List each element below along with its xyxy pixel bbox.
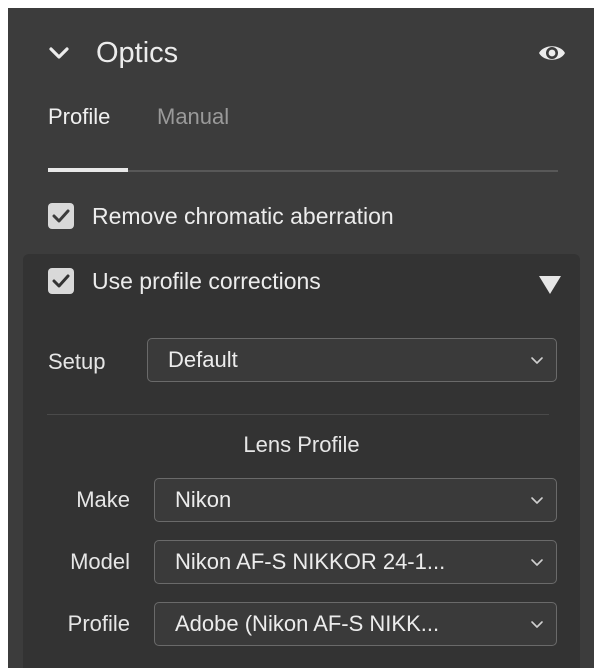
profile-corrections-section: Use profile corrections Setup Default Le… <box>23 254 580 668</box>
remove-chromatic-aberration-label: Remove chromatic aberration <box>92 202 394 229</box>
make-select[interactable]: Nikon <box>154 478 557 522</box>
optics-panel: Optics Profile Manual Remove chromatic a… <box>8 8 594 668</box>
profile-value: Adobe (Nikon AF-S NIKK... <box>175 611 440 636</box>
use-profile-corrections-option[interactable]: Use profile corrections <box>48 266 321 296</box>
make-value: Nikon <box>175 487 232 512</box>
chevron-down-icon <box>531 621 543 628</box>
optics-header[interactable]: Optics <box>8 8 594 98</box>
chevron-down-icon <box>531 559 543 566</box>
remove-chromatic-aberration-checkbox[interactable] <box>48 203 74 229</box>
tab-bar: Profile Manual <box>48 103 564 173</box>
setup-select[interactable]: Default <box>147 338 557 382</box>
make-label: Make <box>76 487 130 512</box>
setup-value: Default <box>168 347 238 372</box>
model-select[interactable]: Nikon AF-S NIKKOR 24-1... <box>154 540 557 584</box>
profile-label: Profile <box>67 611 130 636</box>
eye-icon[interactable] <box>537 42 567 64</box>
lens-profile-heading: Lens Profile <box>243 432 360 457</box>
section-divider <box>47 414 549 415</box>
use-profile-corrections-label: Use profile corrections <box>92 267 321 294</box>
expand-triangle-icon[interactable] <box>539 276 561 294</box>
chevron-down-icon[interactable] <box>48 42 70 64</box>
use-profile-corrections-checkbox[interactable] <box>48 268 74 294</box>
model-label: Model <box>70 549 130 574</box>
setup-label: Setup <box>48 349 106 374</box>
profile-select[interactable]: Adobe (Nikon AF-S NIKK... <box>154 602 557 646</box>
checkmark-icon <box>52 274 70 288</box>
chevron-down-icon <box>531 357 543 364</box>
tab-profile[interactable]: Profile <box>48 103 110 131</box>
tab-manual[interactable]: Manual <box>157 103 229 131</box>
checkmark-icon <box>52 209 70 223</box>
active-tab-indicator <box>48 168 128 172</box>
chevron-down-icon <box>531 497 543 504</box>
panel-title: Optics <box>96 37 179 69</box>
remove-chromatic-aberration-option[interactable]: Remove chromatic aberration <box>48 201 394 231</box>
model-value: Nikon AF-S NIKKOR 24-1... <box>175 549 446 574</box>
